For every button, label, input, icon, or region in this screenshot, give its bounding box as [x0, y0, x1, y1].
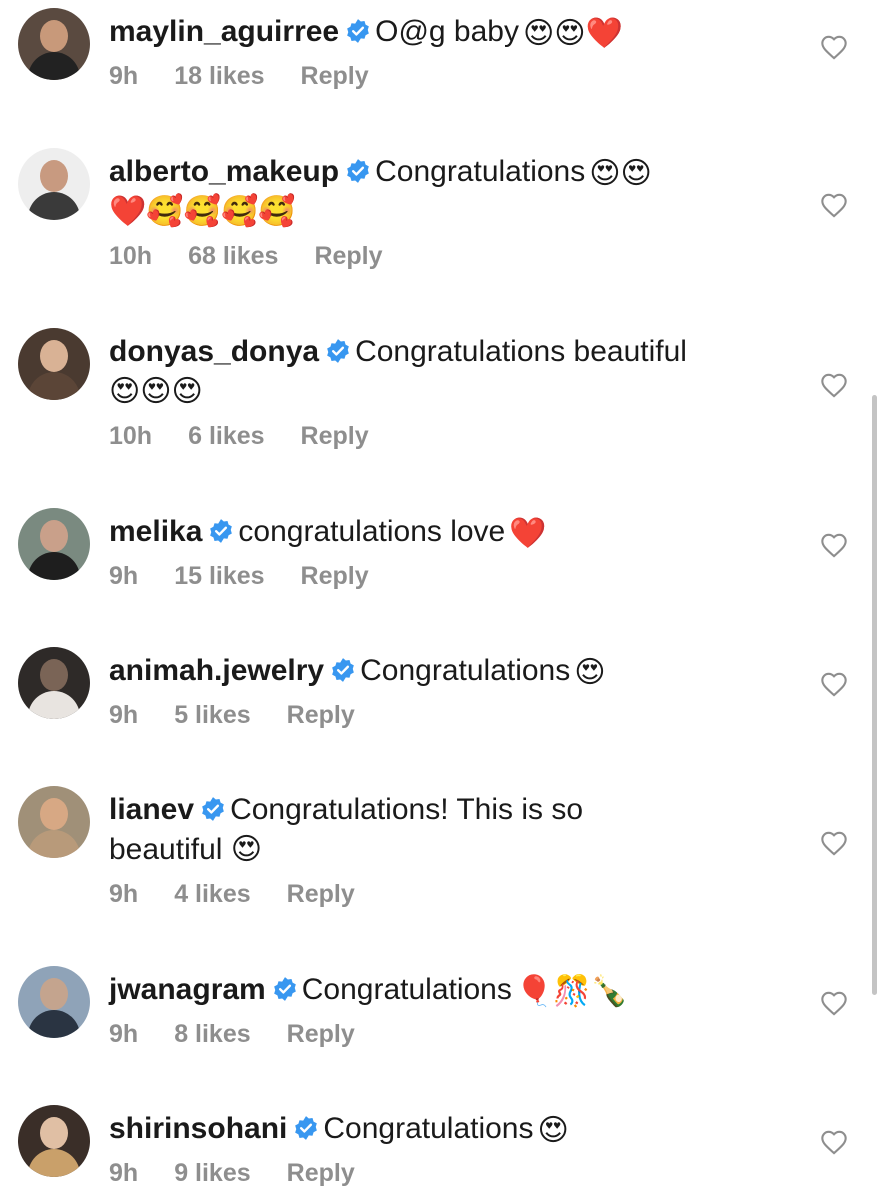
comment-text: Congratulations beautiful [355, 335, 687, 368]
comment-emoji: 😍😍❤️ [523, 17, 623, 50]
comment-likes[interactable]: 18 likes [174, 60, 264, 92]
verified-badge-icon [210, 519, 233, 543]
comment-text-line-2: ❤️🥰🥰🥰🥰 [109, 195, 296, 228]
avatar[interactable] [18, 966, 90, 1038]
comment-text: Congratulations [323, 1112, 534, 1145]
comment-text-line-2: 😍😍😍 [109, 375, 203, 408]
like-heart-icon[interactable] [820, 990, 848, 1016]
like-heart-icon[interactable] [820, 192, 848, 218]
comment-meta: 9h 15 likes Reply [109, 560, 789, 592]
verified-badge-icon [347, 159, 369, 183]
comment-meta: 10h 6 likes Reply [109, 420, 789, 452]
comment-emoji: 😍😍 [589, 157, 652, 190]
comment-text-line: donyas_donya Congratulations beautiful [109, 332, 789, 372]
comment-emoji: 🎈🎊🍾 [515, 975, 628, 1008]
comment-username[interactable]: shirinsohani [109, 1112, 287, 1145]
like-heart-icon[interactable] [820, 671, 848, 697]
verified-badge-icon [273, 977, 296, 1001]
avatar[interactable] [18, 328, 90, 400]
comment-meta: 9h 9 likes Reply [109, 1157, 789, 1189]
like-heart-icon[interactable] [820, 532, 848, 558]
comment-meta: 10h 68 likes Reply [109, 240, 789, 272]
verified-badge-icon [327, 339, 349, 363]
reply-button[interactable]: Reply [287, 699, 355, 731]
verified-badge-icon [295, 1116, 318, 1140]
like-heart-icon[interactable] [820, 830, 848, 856]
comment-text: Congratulations [375, 155, 586, 188]
avatar[interactable] [18, 8, 90, 80]
avatar[interactable] [18, 786, 90, 858]
avatar[interactable] [18, 647, 90, 719]
reply-button[interactable]: Reply [301, 60, 369, 92]
comment-emoji: 😍 [574, 656, 606, 689]
comment-username[interactable]: lianev [109, 793, 194, 826]
reply-button[interactable]: Reply [287, 1018, 355, 1050]
comment-username[interactable]: jwanagram [109, 973, 266, 1006]
comment-likes[interactable]: 68 likes [188, 240, 278, 272]
like-heart-icon[interactable] [820, 372, 848, 398]
avatar[interactable] [18, 508, 90, 580]
comment-time: 10h [109, 422, 153, 450]
reply-button[interactable]: Reply [301, 560, 369, 592]
comment-likes[interactable]: 5 likes [174, 699, 250, 731]
comment-text-line: jwanagram Congratulations 🎈🎊🍾 [109, 970, 789, 1010]
comment-emoji: ❤️ [509, 517, 547, 550]
comment-time: 9h [109, 62, 139, 90]
comment-username[interactable]: melika [109, 515, 202, 548]
reply-button[interactable]: Reply [287, 1157, 355, 1189]
avatar[interactable] [18, 148, 90, 220]
comment-username[interactable]: animah.jewelry [109, 654, 324, 687]
like-heart-icon[interactable] [820, 1129, 848, 1155]
comment-username[interactable]: alberto_makeup [109, 155, 339, 188]
verified-badge-icon [332, 658, 354, 682]
comment-text: Congratulations! This is so [230, 793, 584, 826]
comment-text: congratulations love [238, 515, 506, 548]
comment-text-line: maylin_aguirree O@g baby 😍😍❤️ [109, 12, 789, 52]
comment-meta: 9h 18 likes Reply [109, 60, 789, 92]
comment-time: 9h [109, 880, 139, 908]
comment-text-line: animah.jewelry Congratulations 😍 [109, 651, 789, 691]
comment-likes[interactable]: 8 likes [174, 1018, 250, 1050]
comment-likes[interactable]: 15 likes [174, 560, 264, 592]
reply-button[interactable]: Reply [314, 240, 382, 272]
comment-likes[interactable]: 4 likes [174, 878, 250, 910]
comment-text-line: melika congratulations love ❤️ [109, 512, 789, 552]
comment-time: 9h [109, 701, 139, 729]
comment-text-line: shirinsohani Congratulations 😍 [109, 1109, 789, 1149]
scrollbar[interactable] [872, 395, 877, 995]
comment-time: 9h [109, 562, 139, 590]
comment-username[interactable]: donyas_donya [109, 335, 319, 368]
comment-meta: 9h 4 likes Reply [109, 878, 789, 910]
comment-text-line-2: beautiful 😍 [109, 833, 263, 866]
verified-badge-icon [202, 797, 224, 821]
comment-text-line: lianev Congratulations! This is so [109, 790, 789, 830]
comment-text-line: alberto_makeup Congratulations 😍😍 [109, 152, 789, 192]
comment-meta: 9h 8 likes Reply [109, 1018, 789, 1050]
comment-time: 9h [109, 1020, 139, 1048]
comment-meta: 9h 5 likes Reply [109, 699, 789, 731]
comment-text: O@g baby [375, 15, 519, 48]
comment-username[interactable]: maylin_aguirree [109, 15, 339, 48]
comment-text: Congratulations [360, 654, 571, 687]
comment-emoji: 😍 [537, 1114, 569, 1147]
like-heart-icon[interactable] [820, 34, 848, 60]
avatar[interactable] [18, 1105, 90, 1177]
comment-likes[interactable]: 9 likes [174, 1157, 250, 1189]
reply-button[interactable]: Reply [287, 878, 355, 910]
comment-time: 9h [109, 1159, 139, 1187]
reply-button[interactable]: Reply [301, 420, 369, 452]
verified-badge-icon [347, 19, 369, 43]
comment-time: 10h [109, 242, 153, 270]
comment-likes[interactable]: 6 likes [188, 420, 264, 452]
comment-text: Congratulations [301, 973, 512, 1006]
